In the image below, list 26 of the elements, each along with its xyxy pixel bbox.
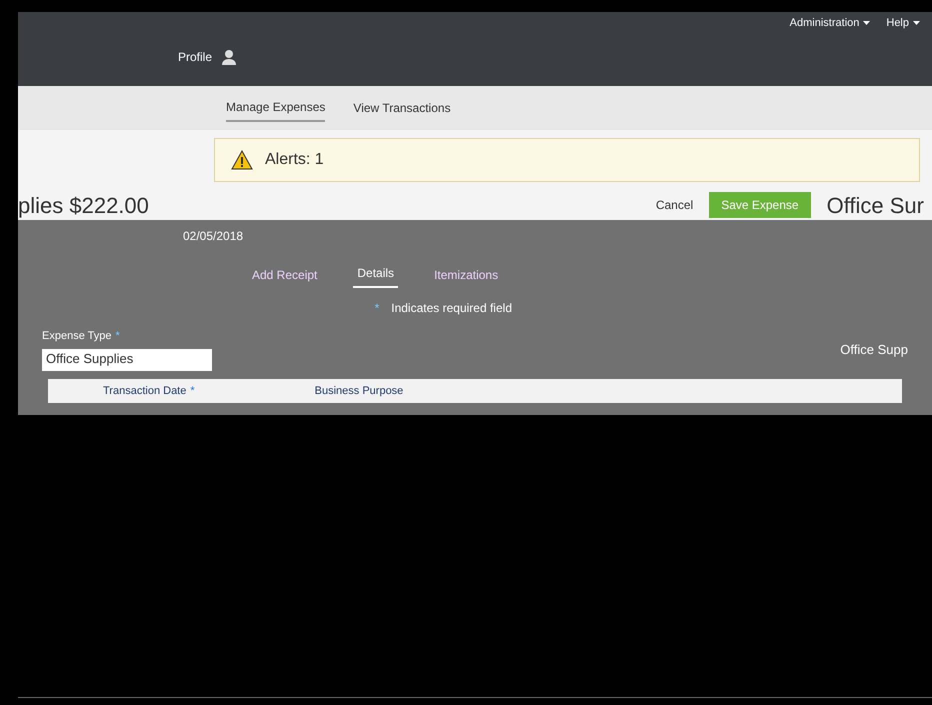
- warning-icon: [231, 150, 253, 170]
- transaction-date-label: Transaction Date: [103, 384, 186, 398]
- alerts-label: Alerts: 1: [265, 150, 324, 170]
- caret-icon: [913, 21, 920, 25]
- required-note: Indicates required field: [391, 300, 512, 317]
- profile-link[interactable]: Profile: [178, 48, 212, 66]
- menu-dropdown[interactable]: Help: [886, 14, 920, 32]
- expense-title: plies $222.00: [18, 192, 149, 220]
- business-purpose-label: Business Purpose: [314, 384, 404, 398]
- nav-tab[interactable]: View Transactions: [353, 95, 451, 121]
- user-icon: [220, 48, 238, 66]
- expense-type-label: Expense Type: [42, 329, 112, 344]
- required-mark: *: [374, 300, 380, 317]
- side-value: Office Supp: [840, 340, 908, 359]
- required-mark: *: [190, 384, 195, 398]
- cancel-button[interactable]: Cancel: [656, 196, 694, 214]
- side-title: Office Sur: [826, 192, 924, 220]
- detail-tab[interactable]: Details: [353, 264, 398, 288]
- expense-type-field[interactable]: Office Supplies: [42, 348, 212, 370]
- nav-tab[interactable]: Manage Expenses: [226, 94, 326, 122]
- required-mark: *: [116, 329, 120, 344]
- detail-tab[interactable]: Itemizations: [430, 266, 502, 288]
- detail-tab[interactable]: Add Receipt: [248, 266, 322, 288]
- menu-dropdown[interactable]: Administration: [790, 14, 870, 32]
- expense-date: 02/05/2018: [183, 228, 244, 245]
- caret-icon: [863, 21, 870, 25]
